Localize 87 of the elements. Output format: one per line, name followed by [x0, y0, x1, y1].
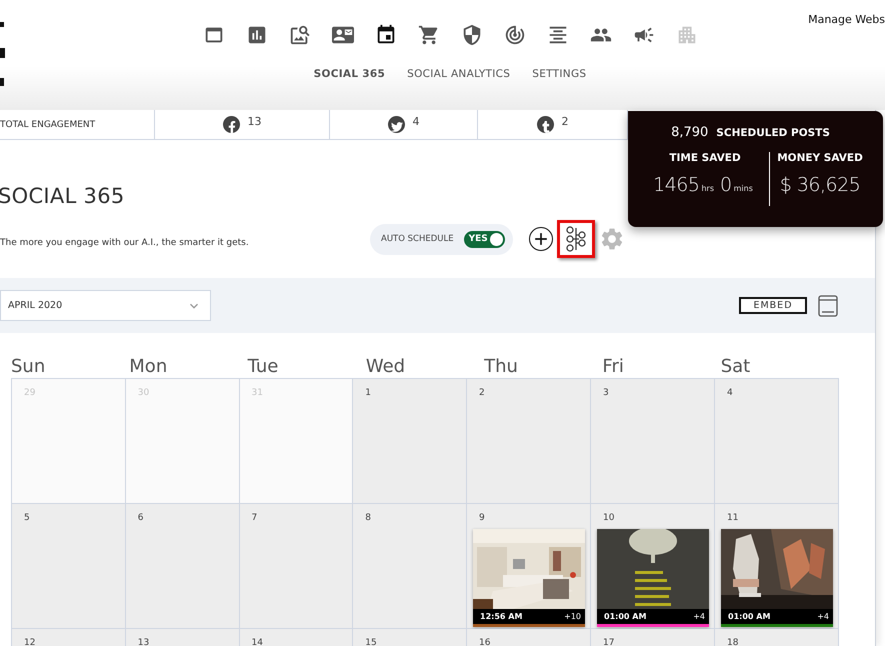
minutes-value: 0 — [720, 174, 732, 196]
scheduled-post[interactable]: 01:00 AM +4 — [597, 529, 709, 627]
day-cell[interactable]: 18 — [715, 629, 839, 646]
hierarchy-icon — [566, 226, 586, 252]
day-cell[interactable]: 5 — [12, 504, 126, 629]
day-number: 9 — [479, 513, 486, 523]
engagement-count: 13 — [248, 115, 262, 128]
post-count: +10 — [564, 612, 581, 621]
day-number: 12 — [24, 638, 36, 646]
twitter-icon — [388, 116, 404, 133]
manage-link[interactable]: Manage Webs — [808, 13, 885, 26]
day-cell[interactable]: 2 — [467, 379, 591, 504]
embed-button[interactable]: EMBED — [739, 297, 807, 314]
weekday-label: Fri — [602, 358, 625, 378]
day-number: 11 — [727, 513, 740, 523]
day-cell[interactable]: 8 — [353, 504, 467, 629]
logo-icon — [0, 22, 6, 88]
day-cell[interactable]: 17 — [591, 629, 715, 646]
cart-icon[interactable] — [418, 24, 440, 46]
day-number: 6 — [138, 513, 144, 523]
day-number: 4 — [727, 388, 734, 398]
day-number: 17 — [603, 638, 616, 646]
day-cell[interactable]: 4 — [715, 379, 839, 504]
hierarchy-button[interactable] — [556, 220, 595, 258]
day-number: 3 — [603, 388, 610, 398]
day-cell[interactable]: 9 12:56 AM +10 — [467, 504, 591, 629]
scheduled-count: 8,790 — [671, 125, 708, 140]
scheduled-post[interactable]: 01:00 AM +4 — [721, 529, 833, 627]
day-number: 14 — [252, 638, 264, 646]
post-time: 01:00 AM — [604, 612, 646, 621]
day-number: 8 — [365, 513, 372, 523]
weekday-label: Wed — [366, 358, 406, 378]
day-cell[interactable]: 12 — [12, 629, 126, 646]
post-time: 01:00 AM — [728, 612, 770, 621]
auto-schedule-toggle[interactable]: YES — [464, 230, 505, 248]
hours-unit: hrs — [701, 184, 714, 193]
layout-icon[interactable] — [818, 294, 838, 316]
engagement-count: 2 — [562, 115, 568, 128]
weekday-label: Mon — [129, 358, 168, 378]
weekday-label: Tue — [248, 358, 280, 378]
day-cell[interactable]: 7 — [240, 504, 354, 629]
facebook-icon — [222, 116, 240, 133]
day-number: 7 — [252, 513, 258, 523]
contact-card-icon[interactable] — [332, 24, 354, 46]
tumblr-icon — [536, 116, 554, 133]
weekday-label: Sun — [11, 358, 46, 378]
day-number: 13 — [138, 638, 150, 646]
target-icon[interactable] — [504, 24, 526, 46]
day-cell[interactable]: 6 — [126, 504, 240, 629]
day-number: 16 — [479, 638, 492, 646]
add-button[interactable] — [528, 227, 553, 251]
search-icon[interactable] — [288, 24, 310, 46]
day-number: 15 — [365, 638, 378, 646]
nav-tab[interactable]: SOCIAL 365 — [314, 68, 386, 80]
month-select[interactable]: APRIL 2020 — [0, 290, 211, 321]
minutes-unit: mins — [734, 184, 753, 193]
weekday-label: Thu — [484, 358, 519, 378]
day-number: 1 — [365, 388, 372, 398]
day-cell[interactable]: 10 01:00 AM +4 — [591, 504, 715, 629]
post-count: +4 — [817, 612, 829, 621]
day-cell[interactable]: 16 — [467, 629, 591, 646]
time-saved-label: TIME SAVED — [669, 152, 741, 164]
day-cell[interactable]: 14 — [240, 629, 354, 646]
money-value: $ 36,625 — [780, 174, 860, 196]
weekday-label: Sat — [720, 358, 752, 378]
day-cell[interactable]: 1 — [353, 379, 467, 504]
hours-value: 1465 — [653, 174, 700, 196]
day-number: 10 — [603, 513, 616, 523]
money-saved-label: MONEY SAVED — [777, 152, 863, 164]
day-number: 2 — [479, 388, 486, 398]
day-cell[interactable]: 15 — [353, 629, 467, 646]
engagement-count: 4 — [412, 115, 420, 128]
day-cell[interactable]: 13 — [126, 629, 240, 646]
auto-schedule-label: AUTO SCHEDULE — [381, 234, 454, 244]
nav-tab[interactable]: SOCIAL ANALYTICS — [407, 68, 510, 80]
calendar-icon[interactable] — [374, 24, 396, 46]
nav-tab[interactable]: SETTINGS — [532, 68, 586, 80]
scheduled-label: SCHEDULED POSTS — [716, 127, 830, 139]
page-subtitle: The more you engage with our A.I., the smarter it gets. — [0, 238, 249, 248]
scheduled-post[interactable]: 12:56 AM +10 — [473, 529, 585, 627]
day-number: 18 — [727, 638, 740, 646]
day-number: 5 — [24, 513, 31, 523]
post-count: +4 — [693, 612, 705, 621]
engagement-label: TOTAL ENGAGEMENT — [0, 110, 155, 139]
post-time: 12:56 AM — [480, 612, 522, 621]
day-cell[interactable]: 3 — [591, 379, 715, 504]
day-cell[interactable]: 11 01:00 AM +4 — [715, 504, 839, 629]
